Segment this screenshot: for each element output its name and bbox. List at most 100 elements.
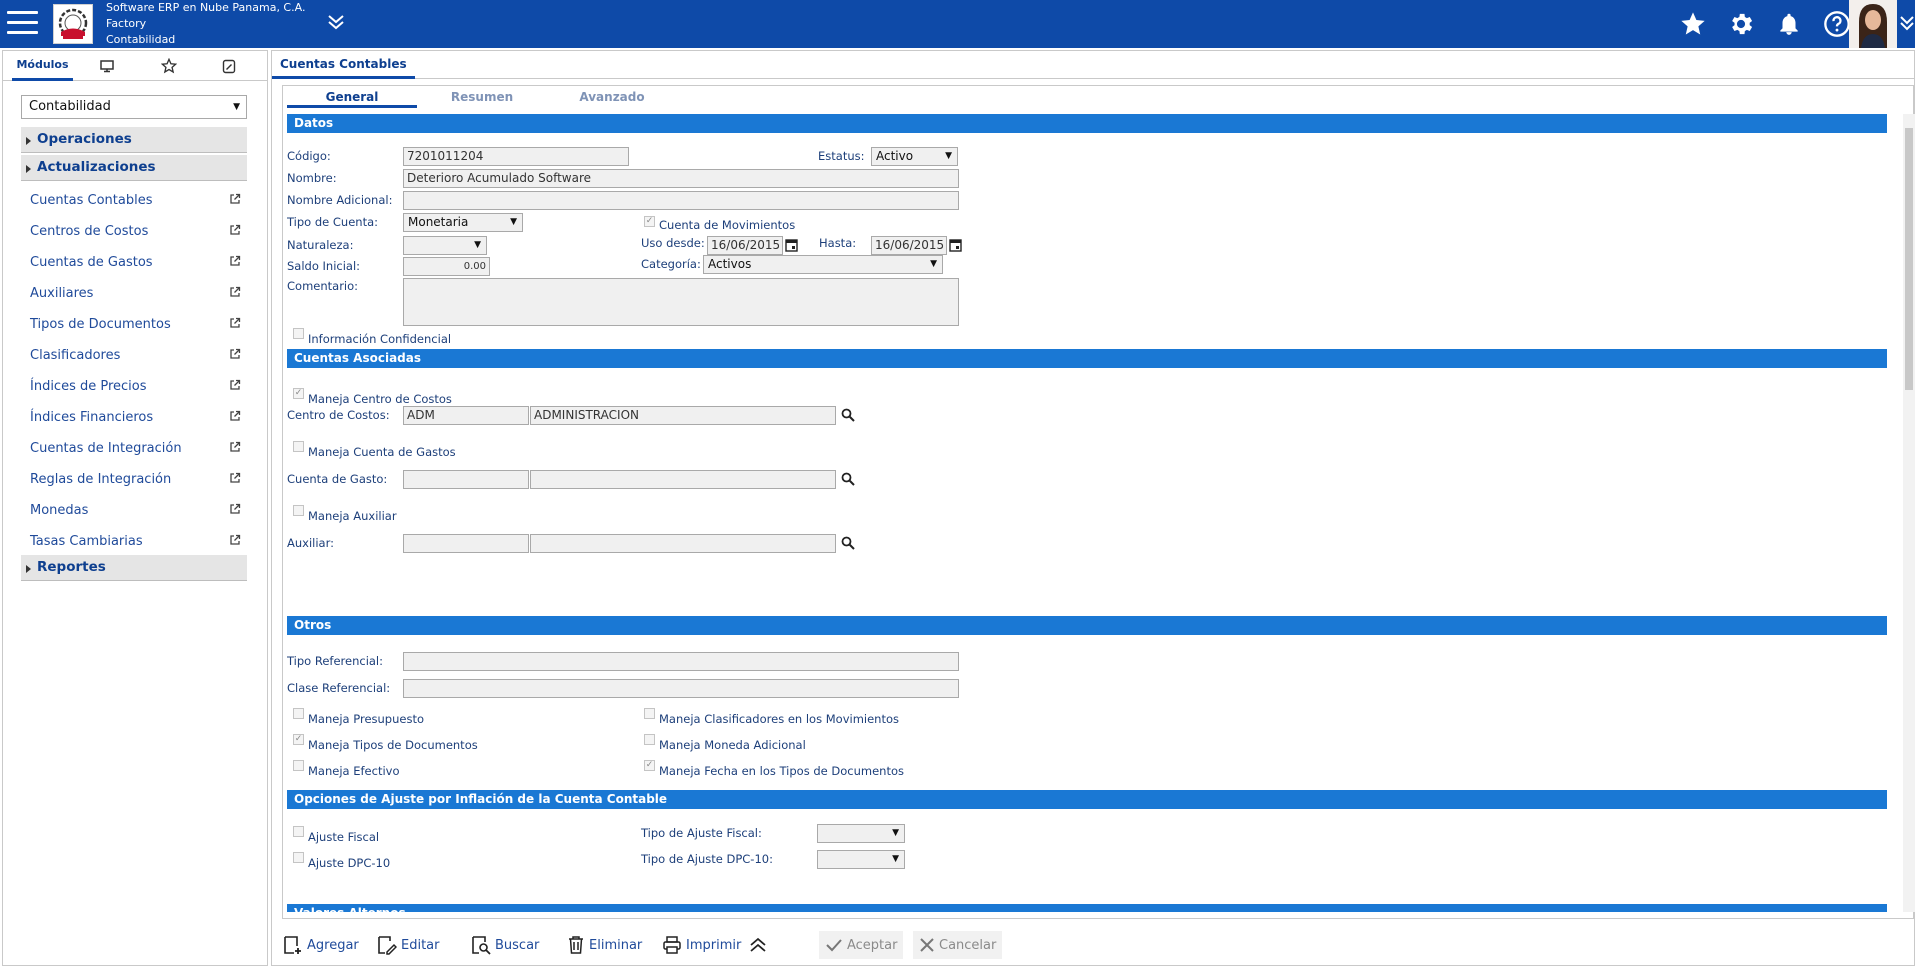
external-link-icon[interactable] [229, 224, 241, 240]
sidebar-item[interactable]: Auxiliares [21, 278, 247, 309]
tipo-referencial-input[interactable] [403, 652, 959, 671]
cancel-button[interactable]: Cancelar [913, 931, 1003, 959]
scrollbar-thumb[interactable] [1905, 128, 1913, 390]
sidebar-item[interactable]: Cuentas Contables [21, 185, 247, 216]
user-avatar[interactable] [1849, 0, 1897, 48]
delete-button[interactable]: Eliminar [567, 931, 642, 959]
sidebar-item[interactable]: Reglas de Integración [21, 464, 247, 495]
section-reportes[interactable]: Reportes [21, 555, 247, 581]
external-link-icon[interactable] [229, 534, 241, 550]
cuenta-movimientos-checkbox[interactable]: ✓ [644, 216, 655, 227]
tab-cuentas-contables[interactable]: Cuentas Contables [272, 51, 415, 79]
info-confidencial-checkbox[interactable] [293, 328, 304, 339]
settings-gear-icon[interactable] [1717, 6, 1765, 42]
section-actualizaciones[interactable]: Actualizaciones [21, 155, 247, 181]
double-chevron-down-icon[interactable] [327, 13, 345, 34]
hasta-input[interactable]: 16/06/2015 [871, 236, 947, 255]
tab-general[interactable]: General [287, 86, 417, 108]
external-link-icon[interactable] [229, 472, 241, 488]
search-icon[interactable] [841, 408, 855, 425]
clase-referencial-input[interactable] [403, 679, 959, 698]
ajuste-fiscal-checkbox[interactable] [293, 826, 304, 837]
estatus-select[interactable]: Activo ▼ [871, 147, 958, 166]
maneja-tipos-documentos-checkbox[interactable]: ✓ [293, 734, 304, 745]
external-link-icon[interactable] [229, 503, 241, 519]
calendar-icon[interactable] [785, 238, 798, 255]
maneja-clasificadores-checkbox[interactable] [644, 708, 655, 719]
external-link-icon[interactable] [229, 348, 241, 364]
uso-desde-input[interactable]: 16/06/2015 [707, 236, 783, 255]
saldo-inicial-input[interactable]: 0.00 [403, 257, 490, 276]
calendar-icon[interactable] [949, 238, 962, 255]
add-button[interactable]: Agregar [283, 931, 359, 959]
comentario-label: Comentario: [287, 279, 359, 293]
hamburger-menu-icon[interactable] [7, 11, 38, 35]
sidebar-item[interactable]: Cuentas de Gastos [21, 247, 247, 278]
search-button[interactable]: Buscar [471, 931, 539, 959]
centro-costos-code-input[interactable]: ADM [403, 406, 529, 425]
tipo-ajuste-dpc-select[interactable]: ▼ [817, 850, 905, 869]
accept-button[interactable]: Aceptar [819, 931, 904, 959]
maneja-auxiliar-checkbox[interactable] [293, 505, 304, 516]
nombre-adicional-label: Nombre Adicional: [287, 193, 393, 207]
external-link-icon[interactable] [229, 410, 241, 426]
maneja-fecha-tipos-docs-checkbox[interactable]: ✓ [644, 760, 655, 771]
ajuste-dpc-checkbox[interactable] [293, 852, 304, 863]
tipo-ajuste-fiscal-select[interactable]: ▼ [817, 824, 905, 843]
nombre-adicional-input[interactable] [403, 191, 959, 210]
favorites-star-icon[interactable] [1669, 6, 1717, 42]
double-chevron-up-icon[interactable] [748, 931, 772, 959]
tab-favorites[interactable] [149, 51, 189, 81]
naturaleza-select[interactable]: ▼ [403, 236, 487, 255]
sidebar-item[interactable]: Centros de Costos [21, 216, 247, 247]
company-name: Software ERP en Nube Panama, C.A. [106, 1, 306, 14]
sidebar-item[interactable]: Tasas Cambiarias [21, 526, 247, 557]
maneja-moneda-adicional-checkbox[interactable] [644, 734, 655, 745]
codigo-input[interactable]: 7201011204 [403, 147, 629, 166]
centro-costos-name-input[interactable]: ADMINISTRACION [530, 406, 836, 425]
sidebar-item[interactable]: Tipos de Documentos [21, 309, 247, 340]
tipo-cuenta-label: Tipo de Cuenta: [287, 215, 379, 229]
estatus-label: Estatus: [818, 149, 865, 163]
search-icon[interactable] [841, 536, 855, 553]
auxiliar-name-input[interactable] [530, 534, 836, 553]
sidebar-item[interactable]: Monedas [21, 495, 247, 526]
user-menu-chevron-icon[interactable] [1899, 14, 1915, 35]
tipo-cuenta-select[interactable]: Monetaria ▼ [403, 213, 523, 232]
external-link-icon[interactable] [229, 286, 241, 302]
external-link-icon[interactable] [229, 379, 241, 395]
form-scroll-area: Datos Código: 7201011204 Estatus: Activo… [287, 114, 1899, 912]
notifications-bell-icon[interactable] [1765, 6, 1813, 42]
search-icon[interactable] [841, 472, 855, 489]
form-scrollbar[interactable] [1903, 114, 1915, 912]
auxiliar-code-input[interactable] [403, 534, 529, 553]
clase-referencial-label: Clase Referencial: [287, 681, 391, 695]
sidebar-item[interactable]: Índices Financieros [21, 402, 247, 433]
section-operaciones[interactable]: Operaciones [21, 127, 247, 153]
edit-button[interactable]: Editar [377, 931, 440, 959]
print-button[interactable]: Imprimir [662, 931, 741, 959]
categoria-select[interactable]: Activos ▼ [703, 255, 943, 274]
maneja-cuenta-gastos-checkbox[interactable] [293, 441, 304, 452]
cuenta-gasto-code-input[interactable] [403, 470, 529, 489]
external-link-icon[interactable] [229, 441, 241, 457]
sidebar-item[interactable]: Cuentas de Integración [21, 433, 247, 464]
nombre-input[interactable]: Deterioro Acumulado Software [403, 169, 959, 188]
external-link-icon[interactable] [229, 193, 241, 209]
external-link-icon[interactable] [229, 317, 241, 333]
cuenta-gasto-name-input[interactable] [530, 470, 836, 489]
info-confidencial-label: Información Confidencial [308, 332, 452, 346]
external-link-icon[interactable] [229, 255, 241, 271]
comentario-textarea[interactable] [403, 278, 959, 326]
tab-resumen[interactable]: Resumen [417, 86, 547, 108]
tab-avanzado[interactable]: Avanzado [547, 86, 677, 108]
maneja-presupuesto-checkbox[interactable] [293, 708, 304, 719]
tab-desktop[interactable] [87, 51, 127, 81]
tab-modules[interactable]: Módulos [12, 51, 73, 81]
module-select[interactable]: Contabilidad ▼ [21, 95, 247, 119]
maneja-centro-costos-checkbox[interactable]: ✓ [293, 388, 304, 399]
sidebar-item[interactable]: Índices de Precios [21, 371, 247, 402]
tab-notes[interactable] [209, 51, 249, 81]
sidebar-item[interactable]: Clasificadores [21, 340, 247, 371]
maneja-efectivo-checkbox[interactable] [293, 760, 304, 771]
